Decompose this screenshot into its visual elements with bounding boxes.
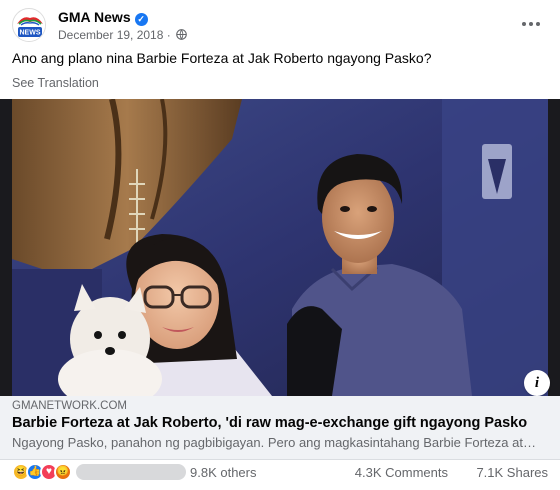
globe-icon xyxy=(176,29,187,40)
reaction-icons[interactable]: 😆 👍 ♥ 😠 xyxy=(12,463,72,481)
post-footer: 😆 👍 ♥ 😠 9.8K others 4.3K Comments 7.1K S… xyxy=(12,462,548,484)
post-meta: December 19, 2018 · xyxy=(58,28,187,42)
shares-count[interactable]: 7.1K Shares xyxy=(476,465,548,480)
see-translation-link[interactable]: See Translation xyxy=(12,76,99,90)
gma-logo-icon: NEWS xyxy=(14,10,45,41)
link-domain: GMANETWORK.COM xyxy=(12,400,127,412)
more-options-button[interactable] xyxy=(518,14,544,34)
link-title[interactable]: Barbie Forteza at Jak Roberto, 'di raw m… xyxy=(12,415,527,431)
verified-badge-icon: ✓ xyxy=(134,13,148,26)
angry-reaction-icon: 😠 xyxy=(54,463,72,481)
link-preview[interactable]: GMANETWORK.COM Barbie Forteza at Jak Rob… xyxy=(0,396,560,460)
dot-icon xyxy=(529,22,533,26)
post-date[interactable]: December 19, 2018 xyxy=(58,28,163,42)
reaction-count[interactable]: 9.8K others xyxy=(190,465,257,480)
dot-icon xyxy=(522,22,526,26)
link-description: Ngayong Pasko, panahon ng pagbibigayan. … xyxy=(12,435,537,450)
post-header: NEWS GMA News ✓ December 19, 2018 · xyxy=(12,8,548,42)
avatar-logo-text: NEWS xyxy=(20,30,41,37)
meta-separator: · xyxy=(166,28,171,42)
comments-count[interactable]: 4.3K Comments xyxy=(355,465,448,480)
dot-icon xyxy=(536,22,540,26)
post-text: Ano ang plano nina Barbie Forteza at Jak… xyxy=(12,50,432,66)
photo-image xyxy=(12,99,548,396)
page-avatar[interactable]: NEWS xyxy=(12,8,46,42)
info-icon[interactable]: i xyxy=(524,370,550,396)
post-image[interactable]: i xyxy=(0,99,560,396)
redacted-names xyxy=(76,464,186,480)
page-name[interactable]: GMA News ✓ xyxy=(58,9,148,26)
page-name-text[interactable]: GMA News xyxy=(58,9,131,25)
post-card: NEWS GMA News ✓ December 19, 2018 · Ano a… xyxy=(0,0,560,490)
